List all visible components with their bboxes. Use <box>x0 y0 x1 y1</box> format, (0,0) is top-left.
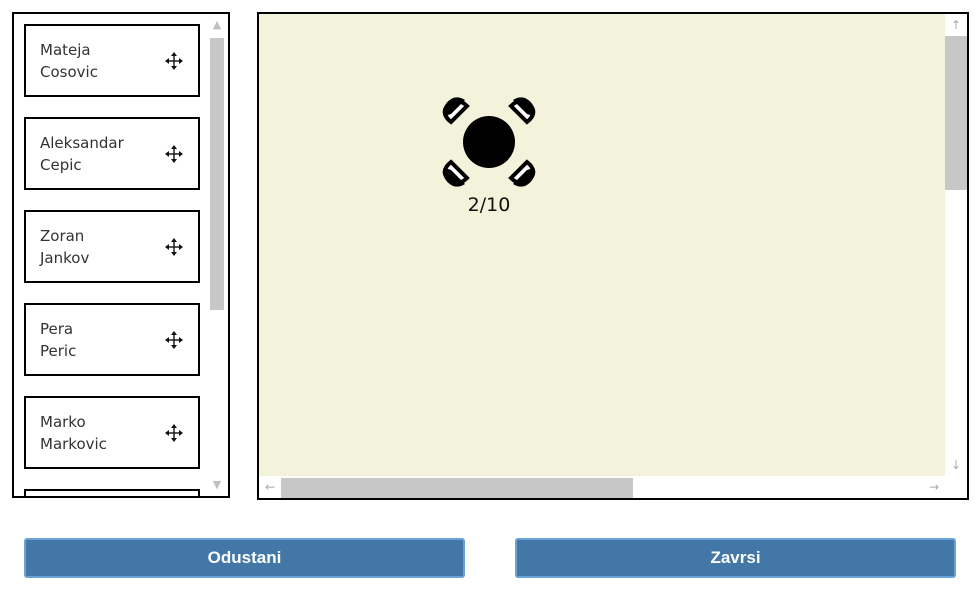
table[interactable]: 2/10 <box>439 92 539 222</box>
arrow-left-icon[interactable]: ← <box>259 476 281 498</box>
scrollbar-thumb[interactable] <box>210 38 224 310</box>
guest-first-name: Aleksandar <box>40 134 124 152</box>
scrollbar-thumb[interactable] <box>281 478 633 498</box>
guest-card[interactable]: Zoran Jankov <box>24 210 200 283</box>
guest-first-name: Marko <box>40 413 86 431</box>
move-arrows-icon[interactable] <box>164 51 184 71</box>
guest-last-name: Jankov <box>40 249 90 267</box>
guest-first-name: Zoran <box>40 227 85 245</box>
guest-card[interactable]: Marko Markovic <box>24 396 200 469</box>
move-arrows-icon[interactable] <box>164 423 184 443</box>
arrow-down-icon[interactable]: ↓ <box>945 454 967 476</box>
guest-card[interactable]: Mateja Cosovic <box>24 24 200 97</box>
floor-vertical-scrollbar[interactable]: ↑ ↓ <box>945 14 967 476</box>
guest-list-panel[interactable]: Mateja Cosovic Aleksandar Cepic Zoran Ja… <box>12 12 230 498</box>
scroll-down-icon[interactable]: ▼ <box>210 478 224 492</box>
arrow-up-icon[interactable]: ↑ <box>945 14 967 36</box>
guest-last-name: Cosovic <box>40 63 98 81</box>
move-arrows-icon[interactable] <box>164 237 184 257</box>
scrollbar-thumb[interactable] <box>945 36 967 190</box>
guest-list-scrollbar[interactable]: ▲ ▼ <box>206 14 228 496</box>
round-table-with-chairs-icon[interactable] <box>439 92 539 192</box>
guest-card[interactable]: Pera Peric <box>24 303 200 376</box>
guest-first-name: Mateja <box>40 41 91 59</box>
floor-horizontal-scrollbar[interactable]: ← → <box>259 476 945 498</box>
move-arrows-icon[interactable] <box>164 330 184 350</box>
guest-first-name: Pera <box>40 320 74 338</box>
scroll-up-icon[interactable]: ▲ <box>210 18 224 32</box>
finish-button[interactable]: Zavrsi <box>515 538 956 578</box>
cancel-button[interactable]: Odustani <box>24 538 465 578</box>
guest-name: Mateja Cosovic <box>40 39 98 83</box>
guest-last-name: Markovic <box>40 435 107 453</box>
guest-name: Aleksandar Cepic <box>40 132 124 176</box>
table-occupancy: 2/10 <box>467 194 511 216</box>
floor-plan-canvas[interactable]: 2/10 ↑ ↓ ← → <box>257 12 969 500</box>
guest-name: Pera Peric <box>40 318 76 362</box>
guest-list: Mateja Cosovic Aleksandar Cepic Zoran Ja… <box>24 24 200 496</box>
scrollbar-corner <box>945 476 967 498</box>
guest-card[interactable]: Aleksandar Cepic <box>24 117 200 190</box>
move-arrows-icon[interactable] <box>164 144 184 164</box>
arrow-right-icon[interactable]: → <box>923 476 945 498</box>
guest-last-name: Peric <box>40 342 77 360</box>
guest-last-name: Cepic <box>40 156 82 174</box>
guest-name: Zoran Jankov <box>40 225 89 269</box>
guest-card-partial[interactable] <box>24 489 200 496</box>
guest-name: Marko Markovic <box>40 411 107 455</box>
